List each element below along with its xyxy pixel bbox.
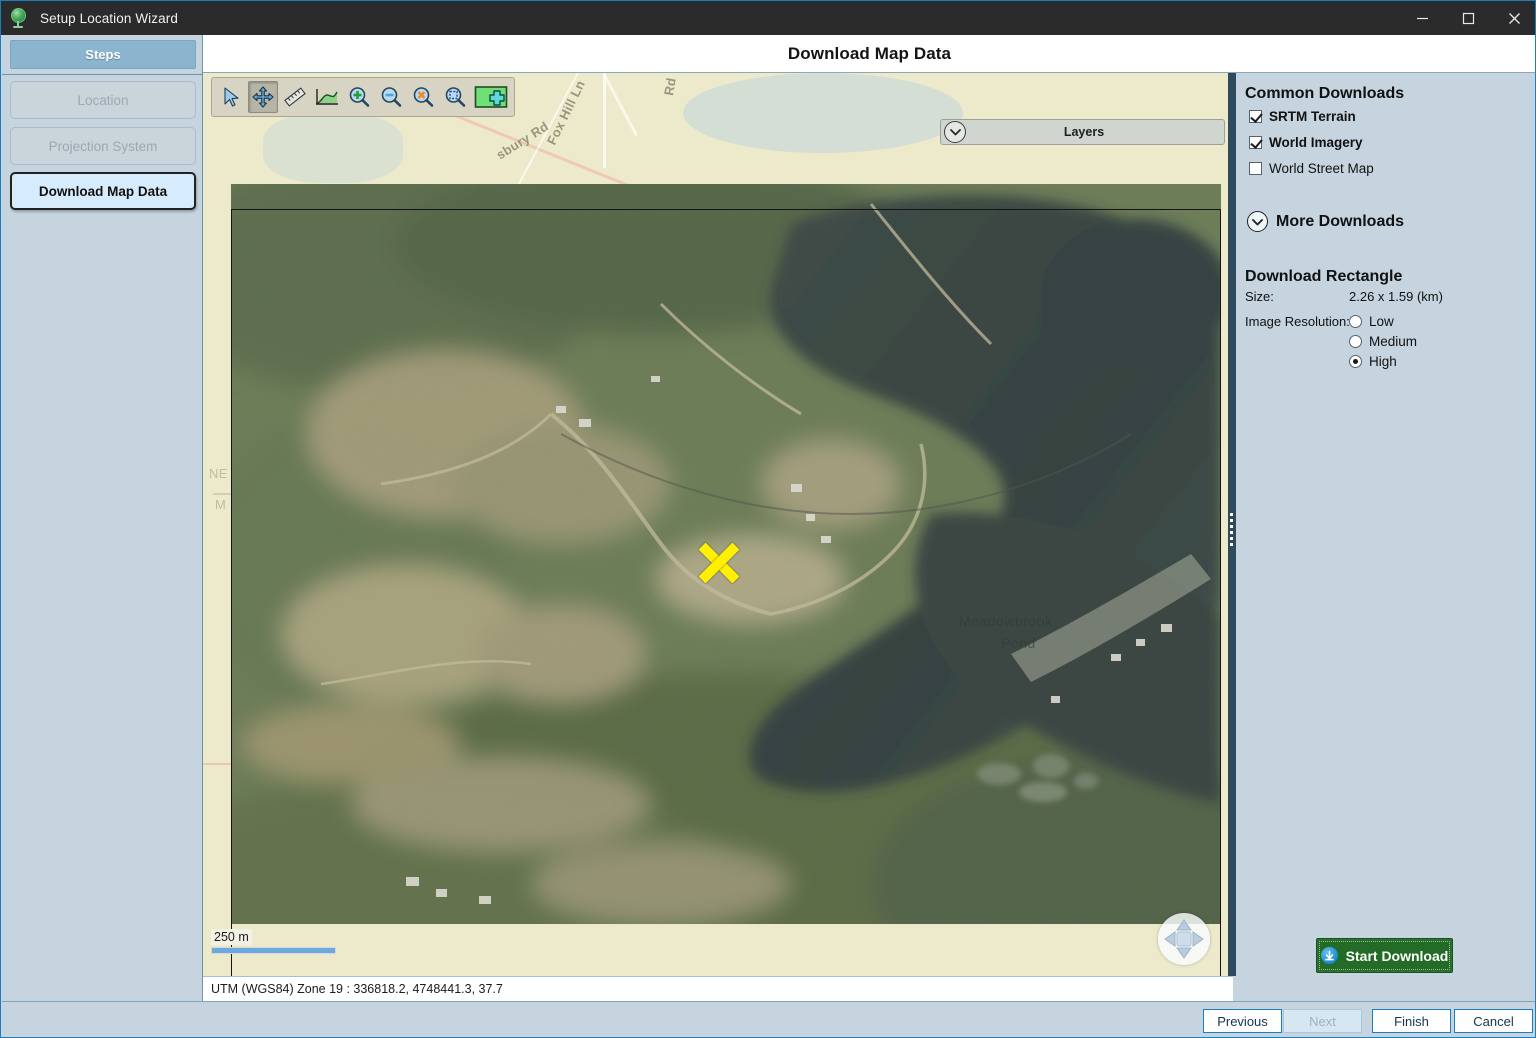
basemap-road bbox=[203, 763, 233, 765]
radio-resolution-medium[interactable]: Medium bbox=[1349, 334, 1417, 349]
radio-icon[interactable] bbox=[1349, 335, 1362, 348]
steps-header: Steps bbox=[10, 40, 196, 69]
radio-resolution-high[interactable]: High bbox=[1349, 354, 1397, 369]
map-toolbar bbox=[211, 77, 515, 117]
map-label-place: NE bbox=[209, 466, 228, 481]
start-download-label: Start Download bbox=[1345, 947, 1449, 964]
map-scale-bar: 250 m bbox=[211, 928, 341, 954]
image-resolution-label: Image Resolution: bbox=[1245, 314, 1350, 329]
more-downloads-toggle[interactable]: More Downloads bbox=[1247, 211, 1404, 232]
map-label-road: Rd bbox=[661, 76, 679, 97]
map-label-place: M bbox=[215, 497, 227, 512]
checkbox-label: World Imagery bbox=[1269, 135, 1363, 150]
radio-label: Medium bbox=[1369, 334, 1418, 349]
zoom-in-tool[interactable] bbox=[344, 81, 374, 113]
basemap-water bbox=[683, 73, 963, 153]
location-x-marker bbox=[695, 539, 743, 587]
basemap-water bbox=[263, 113, 403, 183]
globe-icon bbox=[10, 8, 30, 28]
radio-label: High bbox=[1369, 354, 1397, 369]
radio-icon[interactable] bbox=[1349, 355, 1362, 368]
checkbox-icon[interactable] bbox=[1249, 136, 1262, 149]
download-rectangle-heading: Download Rectangle bbox=[1245, 268, 1403, 285]
next-button: Next bbox=[1283, 1009, 1362, 1033]
size-value: 2.26 x 1.59 (km) bbox=[1349, 289, 1443, 304]
sidebar-divider bbox=[2, 74, 203, 75]
profile-chart-tool[interactable] bbox=[312, 81, 342, 113]
downloads-options-panel: Common Downloads SRTM Terrain World Imag… bbox=[1236, 73, 1535, 1001]
finish-button[interactable]: Finish bbox=[1372, 1009, 1451, 1033]
map-label-water: Meadowbrook bbox=[959, 613, 1053, 629]
window-title: Setup Location Wizard bbox=[40, 10, 178, 26]
radio-label: Low bbox=[1369, 314, 1394, 329]
previous-button[interactable]: Previous bbox=[1203, 1009, 1282, 1033]
start-download-button[interactable]: Start Download bbox=[1316, 938, 1453, 973]
checkbox-world-imagery[interactable]: World Imagery bbox=[1249, 135, 1363, 150]
scale-bar-label: 250 m bbox=[211, 929, 252, 945]
sidebar-item-location[interactable]: Location bbox=[10, 81, 196, 119]
setup-location-wizard-window: Setup Location Wizard Steps Location Pro… bbox=[0, 0, 1536, 1038]
checkbox-srtm-terrain[interactable]: SRTM Terrain bbox=[1249, 109, 1356, 124]
scale-bar-graphic bbox=[211, 947, 336, 954]
download-arrow-icon bbox=[1320, 947, 1338, 964]
map-label-water: Pond bbox=[1001, 635, 1036, 651]
chevron-down-icon[interactable] bbox=[944, 121, 966, 143]
checkbox-icon[interactable] bbox=[1249, 162, 1262, 175]
panel-splitter[interactable] bbox=[1228, 73, 1236, 976]
wizard-footer: Previous Next Finish Cancel bbox=[2, 1001, 1535, 1037]
zoom-out-tool[interactable] bbox=[376, 81, 406, 113]
select-arrow-tool[interactable] bbox=[216, 81, 246, 113]
wizard-steps-sidebar: Steps Location Projection System Downloa… bbox=[2, 35, 203, 1001]
layers-panel-header[interactable]: Layers bbox=[940, 119, 1225, 145]
checkbox-label: SRTM Terrain bbox=[1269, 109, 1356, 124]
pan-navigation-compass[interactable] bbox=[1158, 913, 1210, 965]
checkbox-world-street-map[interactable]: World Street Map bbox=[1249, 161, 1374, 176]
close-icon[interactable] bbox=[1491, 1, 1535, 35]
map-viewport[interactable]: sbury Rd Fox Hill Ln Rd NE M Meadowbrook… bbox=[203, 73, 1233, 976]
map-status-bar: UTM (WGS84) Zone 19 : 336818.2, 4748441.… bbox=[203, 976, 1233, 1001]
checkbox-label: World Street Map bbox=[1269, 161, 1374, 176]
page-title: Download Map Data bbox=[787, 43, 952, 63]
cancel-button[interactable]: Cancel bbox=[1454, 1009, 1533, 1033]
zoom-extent-tool[interactable] bbox=[440, 81, 470, 113]
radio-icon[interactable] bbox=[1349, 315, 1362, 328]
zoom-reset-tool[interactable] bbox=[408, 81, 438, 113]
common-downloads-heading: Common Downloads bbox=[1245, 85, 1405, 102]
basemap-road bbox=[603, 73, 606, 168]
more-downloads-label: More Downloads bbox=[1276, 212, 1405, 230]
layers-panel-label: Layers bbox=[1063, 125, 1105, 139]
pan-tool[interactable] bbox=[248, 81, 278, 113]
maximize-icon[interactable] bbox=[1445, 1, 1491, 35]
radio-resolution-low[interactable]: Low bbox=[1349, 314, 1394, 329]
splitter-grip bbox=[1230, 525, 1233, 528]
minimize-icon[interactable] bbox=[1399, 1, 1445, 35]
page-header: Download Map Data bbox=[203, 35, 1535, 73]
sidebar-item-projection-system[interactable]: Projection System bbox=[10, 127, 196, 165]
add-rectangle-tool[interactable] bbox=[472, 81, 510, 113]
size-label: Size: bbox=[1245, 289, 1274, 304]
checkbox-icon[interactable] bbox=[1249, 110, 1262, 123]
chevron-down-icon[interactable] bbox=[1247, 211, 1268, 232]
measure-ruler-tool[interactable] bbox=[280, 81, 310, 113]
sidebar-item-download-map-data[interactable]: Download Map Data bbox=[10, 172, 196, 210]
window-titlebar: Setup Location Wizard bbox=[1, 1, 1535, 35]
window-controls bbox=[1399, 1, 1535, 35]
